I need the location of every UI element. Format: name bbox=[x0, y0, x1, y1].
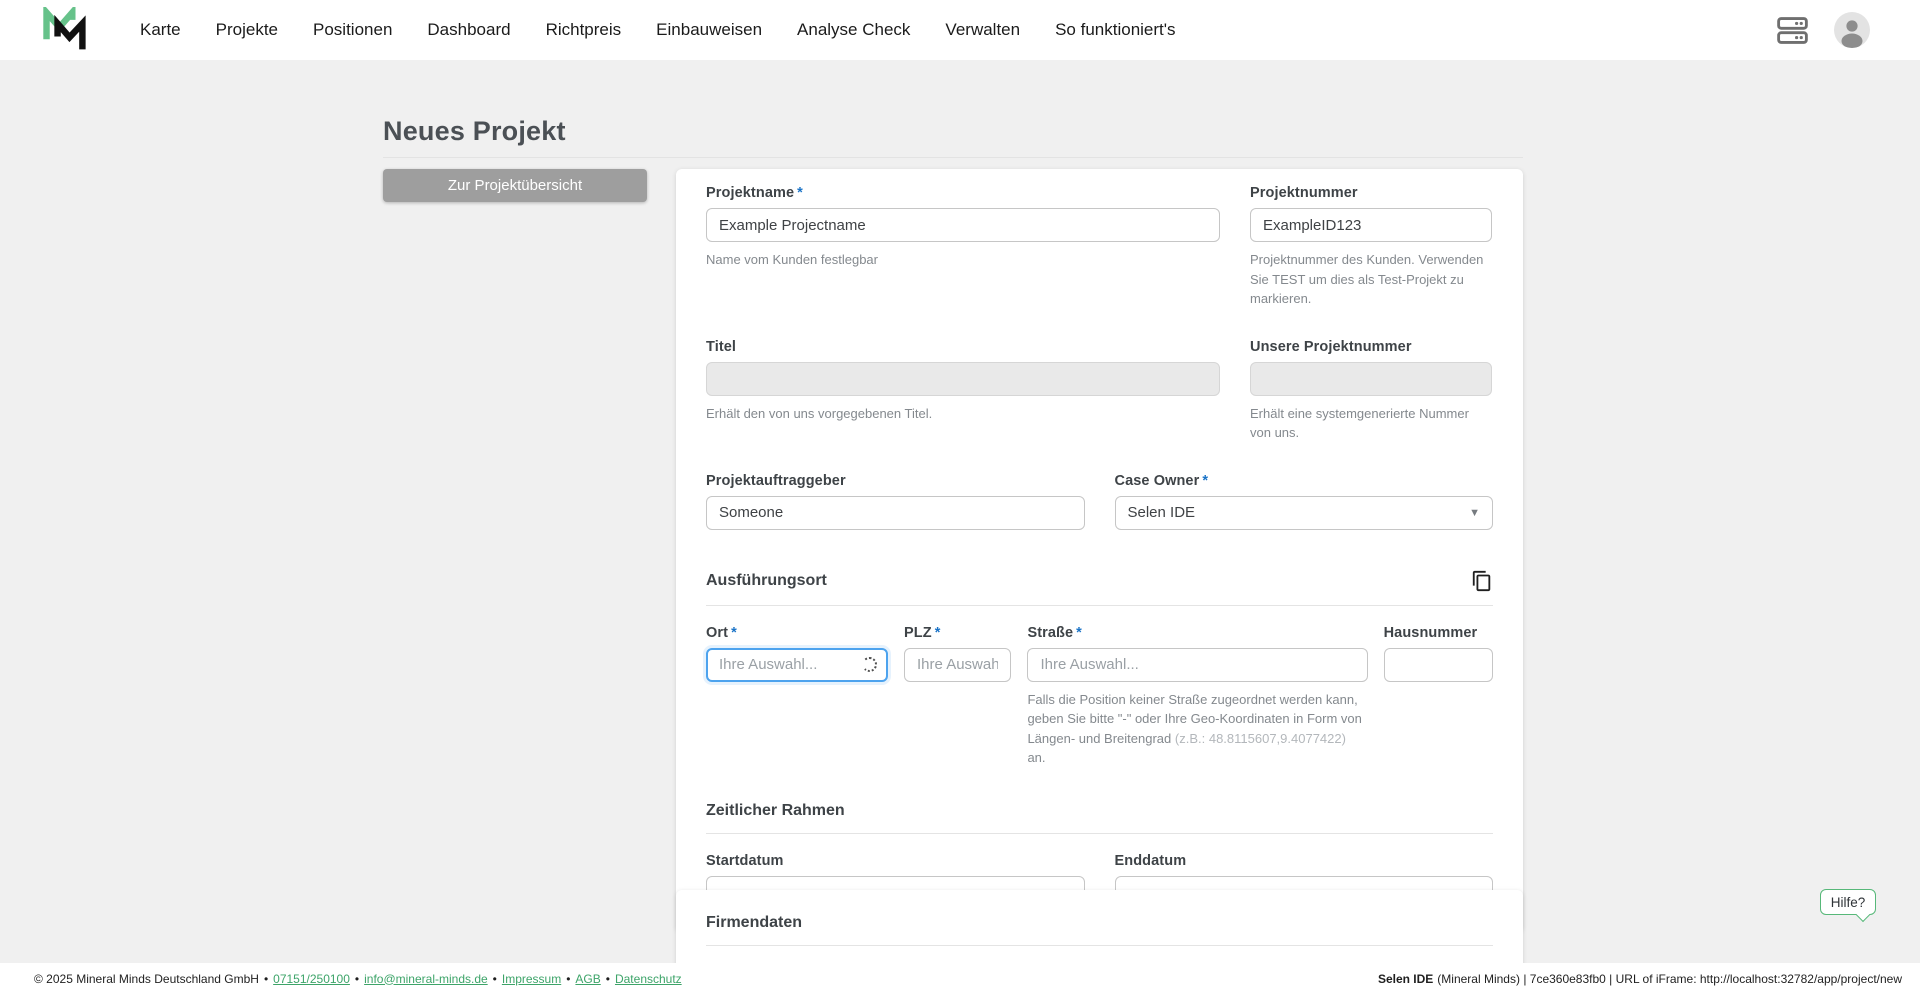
zeitlicher-rahmen-heading: Zeitlicher Rahmen bbox=[706, 801, 845, 819]
projektnummer-field: Projektnummer Projektnummer des Kunden. … bbox=[1250, 185, 1492, 309]
strasse-label: Straße * bbox=[1027, 624, 1082, 641]
main-navigation: Karte Projekte Positionen Dashboard Rich… bbox=[140, 20, 1176, 40]
projektauftraggeber-input[interactable] bbox=[706, 495, 1085, 530]
projektauftraggeber-field: Projektauftraggeber bbox=[706, 473, 1085, 530]
session-info-area: Selen IDE (Mineral Minds) | 7ce360e83fb0 … bbox=[1378, 972, 1902, 986]
strasse-input[interactable] bbox=[1027, 647, 1368, 682]
projektname-input[interactable] bbox=[706, 208, 1220, 242]
nav-item-richtpreis[interactable]: Richtpreis bbox=[546, 20, 622, 40]
plz-label: PLZ * bbox=[904, 624, 941, 641]
case-owner-field: Case Owner * Selen IDE ▼ bbox=[1114, 472, 1493, 530]
copy-address-button[interactable] bbox=[1471, 570, 1493, 592]
server-icon bbox=[1777, 16, 1808, 44]
plz-field: PLZ * bbox=[904, 624, 1012, 682]
ausfuehrungsort-heading: Ausführungsort bbox=[706, 571, 827, 589]
hausnummer-label: Hausnummer bbox=[1383, 624, 1478, 641]
footer-link-datenschutz[interactable]: Datenschutz bbox=[615, 972, 682, 986]
required-asterisk: * bbox=[1202, 472, 1209, 489]
footer-separator: • bbox=[263, 971, 269, 986]
footer-separator: • bbox=[566, 971, 571, 986]
help-button[interactable]: Hilfe? bbox=[1820, 889, 1876, 915]
startdatum-label: Startdatum bbox=[706, 852, 784, 869]
strasse-field: Straße * bbox=[1027, 624, 1368, 682]
section-divider bbox=[706, 604, 1493, 606]
projektauftraggeber-label: Projektauftraggeber bbox=[706, 472, 846, 489]
session-user: Selen IDE bbox=[1377, 971, 1434, 986]
titel-label: Titel bbox=[706, 338, 737, 355]
nav-item-so-funktionierts[interactable]: So funktioniert's bbox=[1055, 20, 1175, 40]
loading-spinner-icon bbox=[862, 656, 878, 672]
footer-link-impressum[interactable]: Impressum bbox=[502, 972, 561, 986]
unsere-projektnummer-label: Unsere Projektnummer bbox=[1250, 338, 1412, 355]
page-title: Neues Projekt bbox=[383, 116, 566, 146]
nav-item-positionen[interactable]: Positionen bbox=[313, 20, 392, 40]
projektname-label: Projektname * bbox=[706, 185, 803, 201]
section-divider bbox=[706, 832, 1493, 834]
nav-item-einbauweisen[interactable]: Einbauweisen bbox=[656, 20, 762, 40]
projektnummer-helper: Projektnummer des Kunden. Verwenden Sie … bbox=[1250, 252, 1484, 306]
mineral-minds-logo[interactable] bbox=[40, 6, 88, 54]
required-asterisk: * bbox=[1076, 624, 1082, 641]
top-navbar: Karte Projekte Positionen Dashboard Rich… bbox=[0, 0, 1920, 60]
projektnummer-input[interactable] bbox=[1250, 208, 1492, 242]
nav-item-karte[interactable]: Karte bbox=[140, 20, 181, 40]
ort-field: Ort * bbox=[706, 624, 889, 682]
ort-label: Ort * bbox=[706, 624, 737, 641]
navbar-right-area bbox=[1777, 12, 1920, 48]
footer-bar: © 2025 Mineral Minds Deutschland GmbH • … bbox=[0, 963, 1920, 994]
titel-input bbox=[706, 361, 1220, 396]
nav-item-projekte[interactable]: Projekte bbox=[216, 20, 278, 40]
case-owner-label: Case Owner * bbox=[1114, 472, 1209, 489]
ort-input[interactable] bbox=[706, 647, 889, 682]
new-project-form-card: Projektname* Name vom Kunden festlegbar … bbox=[676, 169, 1523, 932]
footer-link-email[interactable]: info@mineral-minds.de bbox=[364, 972, 488, 986]
hausnummer-input[interactable] bbox=[1383, 647, 1493, 682]
unsere-projektnummer-input bbox=[1250, 361, 1492, 396]
projektname-helper: Name vom Kunden festlegbar bbox=[706, 252, 878, 267]
title-divider bbox=[383, 157, 1523, 158]
footer-legal-area: © 2025 Mineral Minds Deutschland GmbH • … bbox=[34, 972, 682, 986]
firmendaten-heading: Firmendaten bbox=[706, 914, 803, 931]
case-owner-select[interactable]: Selen IDE ▼ bbox=[1114, 495, 1493, 530]
user-avatar-button[interactable] bbox=[1834, 12, 1870, 48]
footer-link-agb[interactable]: AGB bbox=[575, 972, 600, 986]
copyright-text: © 2025 Mineral Minds Deutschland GmbH bbox=[34, 971, 259, 986]
user-avatar-icon bbox=[1834, 12, 1870, 48]
nav-item-dashboard[interactable]: Dashboard bbox=[427, 20, 510, 40]
footer-separator: • bbox=[605, 971, 610, 986]
server-status-button[interactable] bbox=[1777, 16, 1808, 44]
chevron-down-icon: ▼ bbox=[1469, 506, 1480, 519]
back-to-project-overview-button[interactable]: Zur Projektübersicht bbox=[383, 169, 647, 202]
required-asterisk: * bbox=[797, 185, 803, 201]
nav-item-analyse-check[interactable]: Analyse Check bbox=[797, 20, 910, 40]
logo-icon bbox=[43, 7, 86, 50]
nav-item-verwalten[interactable]: Verwalten bbox=[945, 20, 1020, 40]
copy-icon bbox=[1472, 570, 1491, 591]
section-divider bbox=[706, 945, 1493, 946]
footer-separator: • bbox=[354, 971, 360, 986]
projektnummer-label: Projektnummer bbox=[1250, 185, 1358, 201]
titel-field: Titel Erhält den von uns vorgegebenen Ti… bbox=[706, 339, 1220, 443]
footer-link-phone[interactable]: 07151/250100 bbox=[273, 972, 350, 986]
session-details: (Mineral Minds) | 7ce360e83fb0 | URL of … bbox=[1437, 971, 1902, 986]
projektname-field: Projektname* Name vom Kunden festlegbar bbox=[706, 185, 1220, 309]
strasse-helper: Falls die Position keiner Straße zugeord… bbox=[1027, 691, 1362, 766]
enddatum-label: Enddatum bbox=[1114, 852, 1187, 869]
case-owner-selected-value: Selen IDE bbox=[1127, 504, 1196, 521]
unsere-projektnummer-field: Unsere Projektnummer Erhält eine systemg… bbox=[1250, 339, 1492, 443]
titel-helper: Erhält den von uns vorgegebenen Titel. bbox=[706, 405, 933, 421]
required-asterisk: * bbox=[934, 624, 941, 641]
required-asterisk: * bbox=[731, 624, 737, 641]
plz-input[interactable] bbox=[904, 647, 1012, 682]
footer-separator: • bbox=[492, 971, 497, 986]
unsere-projektnummer-helper: Erhält eine systemgenerierte Nummer von … bbox=[1250, 405, 1469, 441]
hausnummer-field: Hausnummer bbox=[1383, 624, 1493, 682]
